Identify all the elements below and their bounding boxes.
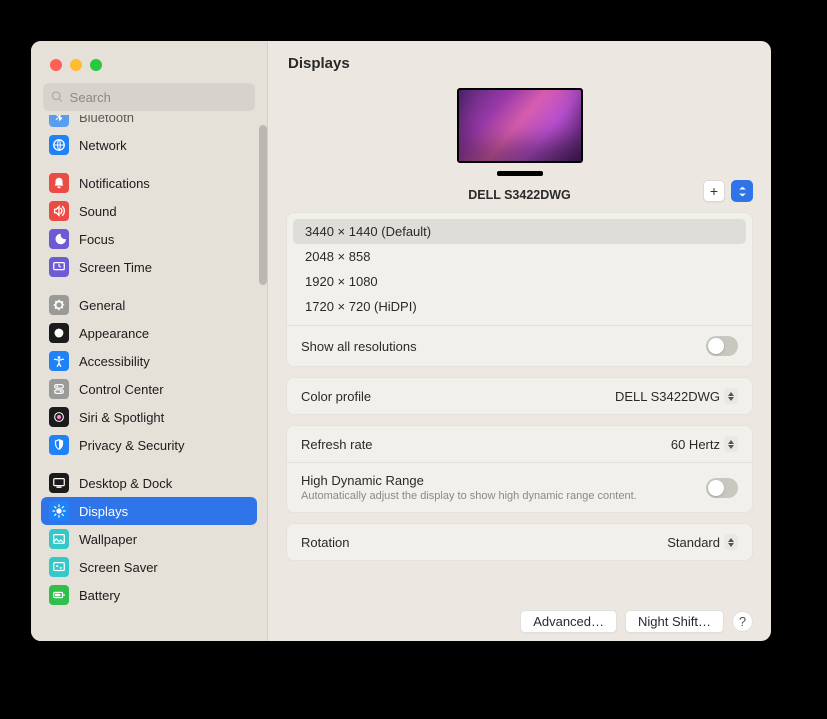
sidebar-scroll[interactable]: Bluetooth Network Notifications Sound Focu… (31, 115, 267, 641)
add-display-button[interactable]: + (703, 180, 725, 202)
resolution-panel: 3440 × 1440 (Default)2048 × 8581920 × 10… (286, 212, 753, 367)
sidebar-item-general[interactable]: General (41, 291, 257, 319)
updown-icon (724, 388, 738, 404)
accessibility-icon (49, 351, 69, 371)
screen-saver-icon (49, 557, 69, 577)
sidebar-item-label: Control Center (79, 382, 164, 397)
monitor-name: DELL S3422DWG (468, 188, 571, 202)
close-button[interactable] (50, 59, 62, 71)
sidebar-item-bluetooth[interactable]: Bluetooth (41, 115, 142, 131)
rotation-label: Rotation (301, 535, 349, 550)
rotation-popup[interactable]: Standard (667, 534, 738, 550)
control-center-icon (49, 379, 69, 399)
wallpaper-icon (49, 529, 69, 549)
general-icon (49, 295, 69, 315)
show-all-resolutions-toggle[interactable] (706, 336, 738, 356)
sidebar-item-control-center[interactable]: Control Center (41, 375, 257, 403)
sidebar-item-focus[interactable]: Focus (41, 225, 257, 253)
search-input[interactable] (70, 90, 247, 105)
main-panel: Displays DELL S3422DWG + 3440 × 1440 (De… (268, 41, 771, 641)
sidebar-item-displays[interactable]: Displays (41, 497, 257, 525)
sidebar-item-desktop-dock[interactable]: Desktop & Dock (41, 469, 257, 497)
sidebar-item-label: Wallpaper (79, 532, 137, 547)
updown-icon (724, 534, 738, 550)
sidebar-item-network[interactable]: Network (41, 131, 257, 159)
sidebar-item-label: Bluetooth (79, 115, 134, 125)
sidebar-item-label: Screen Saver (79, 560, 158, 575)
sidebar-item-label: Network (79, 138, 127, 153)
sidebar-item-screen-saver[interactable]: Screen Saver (41, 553, 257, 581)
refresh-rate-label: Refresh rate (301, 437, 373, 452)
sound-icon (49, 201, 69, 221)
help-button[interactable]: ? (732, 611, 753, 632)
zoom-button[interactable] (90, 59, 102, 71)
sidebar-item-label: Siri & Spotlight (79, 410, 164, 425)
sidebar-item-notifications[interactable]: Notifications (41, 169, 257, 197)
sidebar-item-accessibility[interactable]: Accessibility (41, 347, 257, 375)
night-shift-button[interactable]: Night Shift… (625, 610, 724, 633)
sidebar-item-label: Battery (79, 588, 120, 603)
advanced-button[interactable]: Advanced… (520, 610, 617, 633)
monitor-icon[interactable] (457, 88, 583, 163)
footer-actions: Advanced… Night Shift… ? (268, 606, 771, 641)
monitor-stand (497, 171, 543, 176)
displays-icon (49, 501, 69, 521)
sidebar-item-battery[interactable]: Battery (41, 581, 257, 609)
sidebar-item-privacy-security[interactable]: Privacy & Security (41, 431, 257, 459)
screen-time-icon (49, 257, 69, 277)
color-profile-label: Color profile (301, 389, 371, 404)
hdr-label: High Dynamic Range (301, 473, 637, 488)
resolution-option[interactable]: 3440 × 1440 (Default) (293, 219, 746, 244)
siri-spotlight-icon (49, 407, 69, 427)
sidebar-item-label: Displays (79, 504, 128, 519)
battery-icon (49, 585, 69, 605)
sidebar-item-label: Sound (79, 204, 117, 219)
sidebar-item-label: General (79, 298, 125, 313)
window-controls (31, 41, 267, 71)
bluetooth-icon (49, 115, 69, 127)
sidebar-item-label: Accessibility (79, 354, 150, 369)
hdr-description: Automatically adjust the display to show… (301, 490, 637, 502)
desktop-dock-icon (49, 473, 69, 493)
resolution-option[interactable]: 1920 × 1080 (293, 269, 746, 294)
sidebar-item-label: Notifications (79, 176, 150, 191)
sidebar: Bluetooth Network Notifications Sound Focu… (31, 41, 268, 641)
focus-icon (49, 229, 69, 249)
updown-icon (724, 436, 738, 452)
display-preview: DELL S3422DWG + (286, 88, 753, 202)
sidebar-item-label: Desktop & Dock (79, 476, 172, 491)
sidebar-item-appearance[interactable]: Appearance (41, 319, 257, 347)
appearance-icon (49, 323, 69, 343)
refresh-rate-popup[interactable]: 60 Hertz (671, 436, 738, 452)
show-all-resolutions-label: Show all resolutions (301, 339, 417, 354)
arrange-button[interactable] (731, 180, 753, 202)
search-icon (51, 90, 64, 104)
network-icon (49, 135, 69, 155)
resolution-option[interactable]: 1720 × 720 (HiDPI) (293, 294, 746, 319)
page-title: Displays (268, 41, 771, 82)
resolution-option[interactable]: 2048 × 858 (293, 244, 746, 269)
minimize-button[interactable] (70, 59, 82, 71)
notifications-icon (49, 173, 69, 193)
sidebar-item-label: Privacy & Security (79, 438, 184, 453)
sidebar-item-sound[interactable]: Sound (41, 197, 257, 225)
sidebar-item-siri-spotlight[interactable]: Siri & Spotlight (41, 403, 257, 431)
system-settings-window: Bluetooth Network Notifications Sound Focu… (31, 41, 771, 641)
scrollbar-thumb[interactable] (259, 125, 267, 285)
color-profile-popup[interactable]: DELL S3422DWG (615, 388, 738, 404)
sidebar-item-wallpaper[interactable]: Wallpaper (41, 525, 257, 553)
privacy-security-icon (49, 435, 69, 455)
sidebar-item-label: Focus (79, 232, 114, 247)
hdr-toggle[interactable] (706, 478, 738, 498)
search-field[interactable] (43, 83, 255, 111)
sidebar-item-label: Screen Time (79, 260, 152, 275)
sidebar-item-screen-time[interactable]: Screen Time (41, 253, 257, 281)
sidebar-item-label: Appearance (79, 326, 149, 341)
